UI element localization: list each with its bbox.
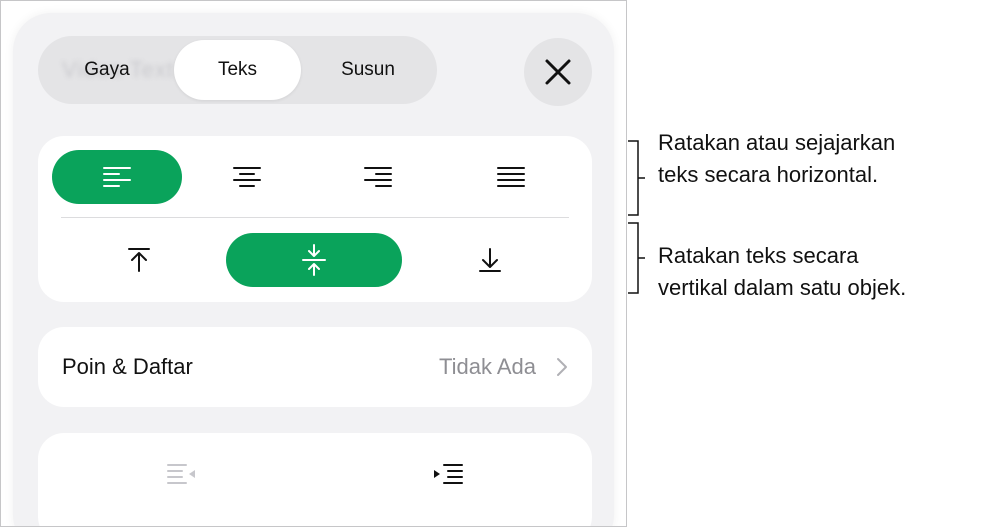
align-bottom-icon	[479, 248, 501, 272]
alignment-divider	[61, 217, 569, 218]
horizontal-callout-bracket	[628, 140, 645, 216]
increase-indent-button[interactable]	[318, 447, 578, 501]
tab-teks[interactable]: Teks	[174, 40, 301, 100]
vertical-annotation-line-1: Ratakan teks secara	[658, 243, 859, 268]
horizontal-annotation-line-2: teks secara horizontal.	[658, 162, 879, 187]
increase-indent-icon	[434, 464, 463, 484]
align-middle-button[interactable]	[226, 233, 402, 287]
vertical-annotation: Ratakan teks secara vertikal dalam satu …	[658, 240, 906, 304]
align-left-icon	[103, 167, 131, 187]
bullets-lists-value: Tidak Ada	[438, 354, 536, 379]
close-button[interactable]	[524, 38, 592, 106]
vertical-callout-bracket	[628, 222, 645, 294]
chevron-right-icon	[557, 358, 567, 376]
align-top-button[interactable]	[52, 233, 226, 287]
align-top-icon	[128, 248, 150, 272]
bullets-lists-label: Poin & Daftar	[62, 354, 193, 379]
vertical-annotation-line-2: vertikal dalam satu objek.	[658, 275, 907, 300]
close-icon	[545, 59, 571, 85]
align-right-icon	[364, 167, 392, 187]
horizontal-annotation: Ratakan atau sejajarkan teks secara hori…	[658, 127, 895, 191]
format-tab-bar: Vidua Text Gaya Teks Susun	[38, 36, 437, 104]
align-center-icon	[233, 167, 261, 187]
decrease-indent-button[interactable]	[52, 447, 312, 501]
align-right-button[interactable]	[312, 150, 444, 204]
align-center-button[interactable]	[182, 150, 312, 204]
align-left-button[interactable]	[52, 150, 182, 204]
align-bottom-button[interactable]	[402, 233, 578, 287]
align-middle-icon	[302, 244, 326, 276]
decrease-indent-icon	[167, 464, 195, 484]
bullets-lists-row[interactable]: Poin & Daftar Tidak Ada	[38, 327, 592, 407]
justify-button[interactable]	[444, 150, 578, 204]
horizontal-annotation-line-1: Ratakan atau sejajarkan	[658, 130, 896, 155]
justify-icon	[497, 167, 525, 187]
tab-gaya[interactable]: Gaya	[42, 40, 172, 100]
screenshot-frame: Vidua Text Gaya Teks Susun Poin & Daftar…	[0, 0, 627, 527]
alignment-card	[38, 136, 592, 302]
indent-card	[38, 433, 592, 526]
tab-susun[interactable]: Susun	[303, 40, 433, 100]
